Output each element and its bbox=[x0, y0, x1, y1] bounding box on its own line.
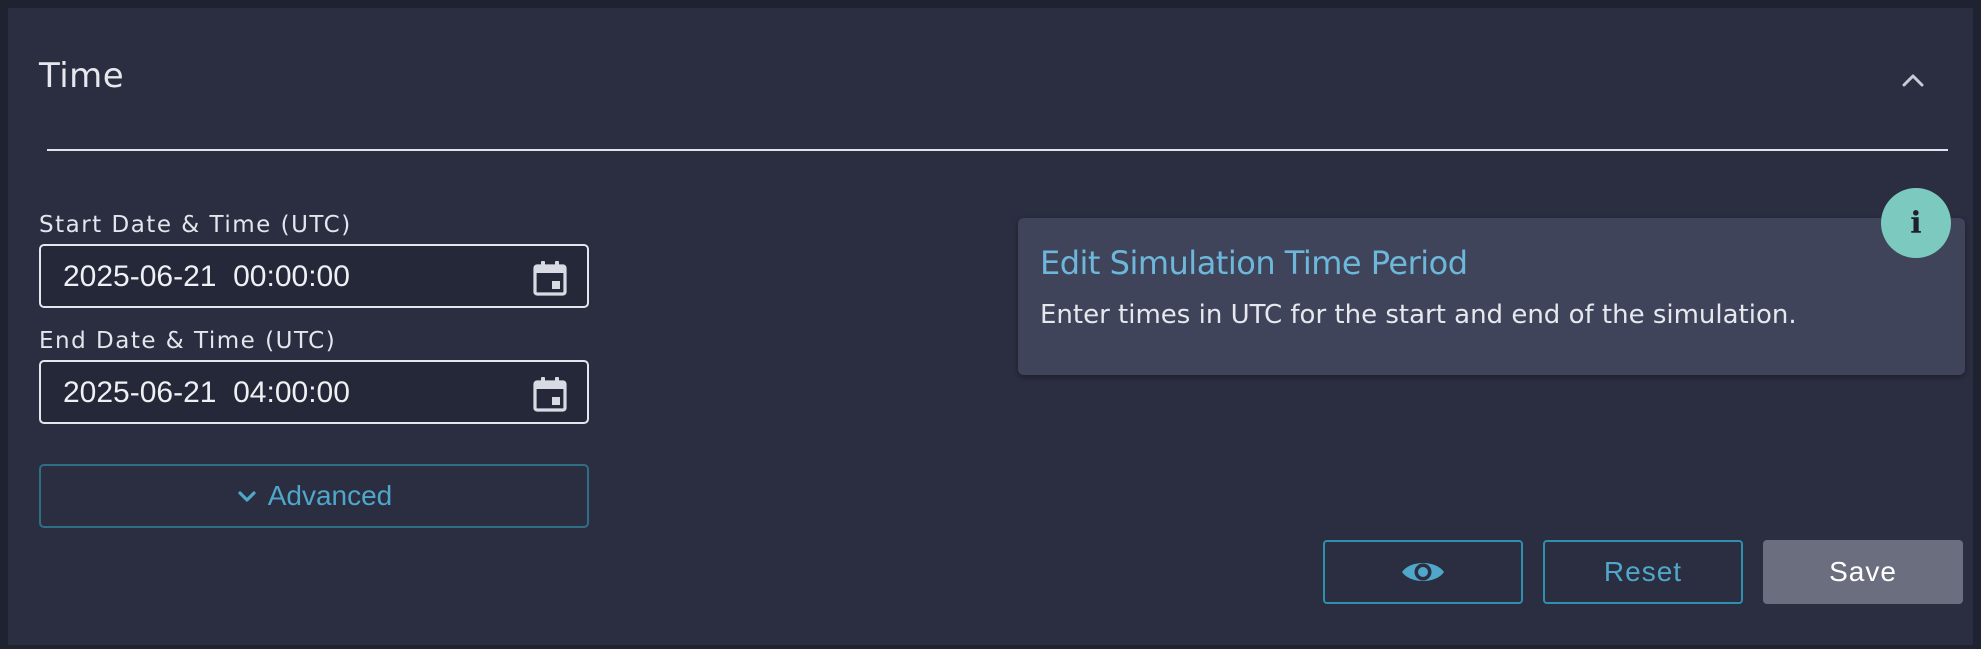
info-text: Enter times in UTC for the start and end… bbox=[1040, 300, 1797, 330]
calendar-icon[interactable] bbox=[531, 259, 569, 297]
end-datetime-label: End Date & Time (UTC) bbox=[39, 328, 337, 354]
section-title: Time bbox=[39, 56, 125, 96]
collapse-button[interactable] bbox=[1897, 64, 1929, 96]
header-divider bbox=[47, 149, 1948, 151]
chevron-up-icon bbox=[1902, 74, 1924, 87]
start-datetime-label: Start Date & Time (UTC) bbox=[39, 212, 352, 238]
reset-button[interactable]: Reset bbox=[1543, 540, 1743, 604]
preview-button[interactable] bbox=[1323, 540, 1523, 604]
info-title: Edit Simulation Time Period bbox=[1040, 244, 1468, 282]
chevron-down-icon bbox=[238, 491, 256, 502]
end-datetime-value[interactable]: 2025-06-21 04:00:00 bbox=[63, 376, 350, 410]
info-card: Edit Simulation Time Period Enter times … bbox=[1018, 218, 1965, 375]
info-icon[interactable]: i bbox=[1881, 188, 1951, 258]
section-header[interactable]: Time bbox=[8, 8, 1973, 152]
calendar-icon[interactable] bbox=[531, 375, 569, 413]
time-section-panel: Time Start Date & Time (UTC) 2025-06-21 … bbox=[8, 8, 1973, 645]
start-datetime-value[interactable]: 2025-06-21 00:00:00 bbox=[63, 260, 350, 294]
advanced-label: Advanced bbox=[267, 480, 393, 511]
eye-icon bbox=[1402, 563, 1444, 581]
end-datetime-input[interactable]: 2025-06-21 04:00:00 bbox=[39, 360, 589, 424]
advanced-toggle-button[interactable]: Advanced bbox=[39, 464, 589, 528]
start-datetime-input[interactable]: 2025-06-21 00:00:00 bbox=[39, 244, 589, 308]
save-button[interactable]: Save bbox=[1763, 540, 1963, 604]
